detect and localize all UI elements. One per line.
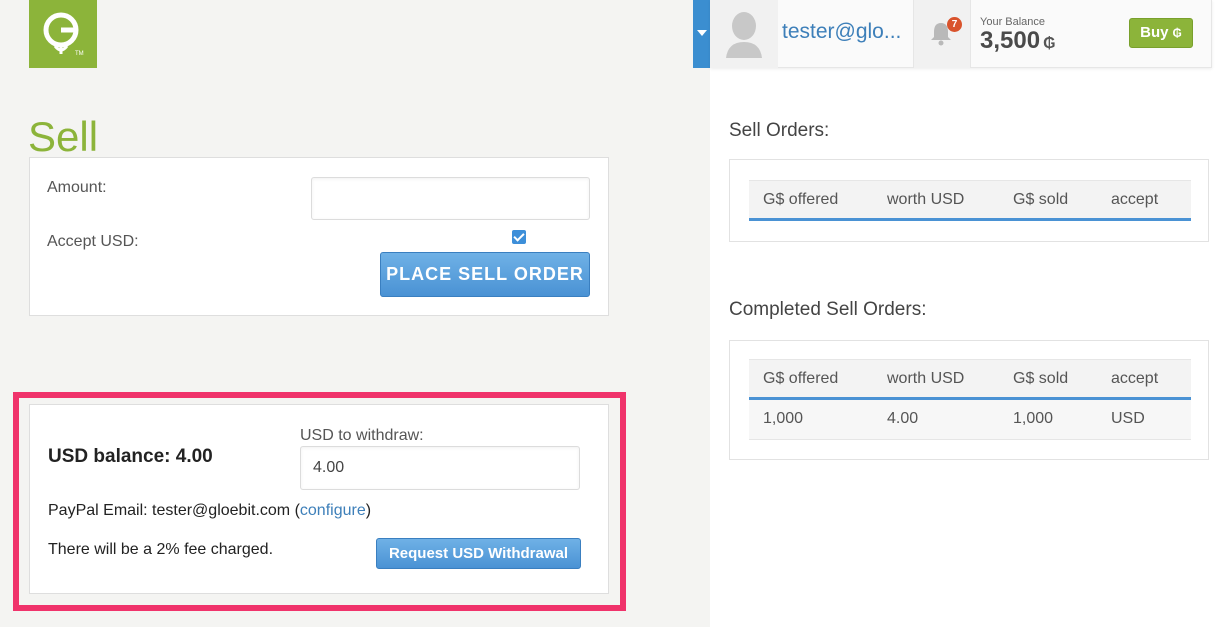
table-cell: 1,000 — [1013, 410, 1054, 427]
column-header[interactable]: worth USD — [887, 191, 964, 209]
column-header[interactable]: accept — [1111, 370, 1158, 388]
caret-down-icon — [697, 30, 707, 36]
usd-balance: USD balance: 4.00 — [48, 446, 213, 467]
user-name[interactable]: tester@glo... — [782, 20, 901, 44]
notification-badge: 7 — [947, 17, 962, 32]
logo-icon: TM — [43, 12, 84, 57]
gloebit-logo[interactable]: TM — [29, 0, 97, 68]
column-header[interactable]: G$ sold — [1013, 191, 1068, 209]
column-header[interactable]: G$ offered — [763, 370, 838, 388]
gloebit-currency-icon: ₲ — [1172, 26, 1182, 40]
table-cell: USD — [1111, 410, 1145, 427]
sell-orders-title: Sell Orders: — [729, 120, 830, 141]
paypal-email-label: PayPal Email: tester@gloebit.com ( — [48, 502, 300, 519]
withdraw-panel: USD balance: 4.00 USD to withdraw: PayPa… — [29, 404, 609, 594]
completed-orders-title: Completed Sell Orders: — [729, 299, 927, 320]
column-header[interactable]: G$ sold — [1013, 370, 1068, 388]
paypal-email-suffix: ) — [365, 502, 372, 519]
amount-label: Amount: — [47, 179, 107, 196]
amount-input[interactable] — [311, 177, 590, 220]
fee-notice: There will be a 2% fee charged. — [48, 541, 274, 558]
paypal-email-text: PayPal Email: tester@gloebit.com (config… — [48, 502, 371, 520]
accept-usd-label: Accept USD: — [47, 233, 139, 250]
notifications-button[interactable]: 7 — [914, 0, 970, 68]
user-silhouette-icon — [726, 12, 762, 58]
table-cell: 1,000 — [763, 410, 804, 427]
request-usd-withdrawal-button[interactable]: Request USD Withdrawal — [376, 538, 581, 569]
completed-orders-table: G$ offered worth USD G$ sold accept 1,00… — [749, 359, 1191, 440]
buy-label: Buy — [1140, 24, 1169, 41]
balance-amount: 3,500 — [980, 27, 1041, 54]
completed-orders-panel: G$ offered worth USD G$ sold accept 1,00… — [729, 340, 1209, 460]
menu-dropdown-toggle[interactable] — [693, 0, 710, 68]
top-bar: tester@glo... 7 Your Balance 3,500 ₲ Buy ₲ — [710, 0, 1212, 68]
withdraw-amount-label: USD to withdraw: — [300, 427, 424, 444]
page-title: Sell — [28, 113, 99, 160]
accept-usd-checkbox[interactable] — [512, 230, 526, 244]
column-header[interactable]: accept — [1111, 191, 1158, 209]
svg-text:TM: TM — [75, 51, 84, 57]
column-header[interactable]: worth USD — [887, 370, 964, 388]
avatar[interactable] — [710, 0, 778, 68]
table-row: 1,000 4.00 1,000 USD — [749, 400, 1191, 440]
divider — [970, 0, 971, 68]
sell-form-panel: Amount: Accept USD: PLACE SELL ORDER — [29, 157, 609, 316]
sell-orders-table: G$ offered worth USD G$ sold accept — [749, 180, 1191, 221]
place-sell-order-button[interactable]: PLACE SELL ORDER — [380, 252, 590, 297]
buy-button[interactable]: Buy ₲ — [1129, 18, 1193, 48]
balance-value: 3,500 ₲ — [980, 27, 1056, 55]
configure-link[interactable]: configure — [300, 502, 366, 519]
gloebit-currency-icon: ₲ — [1043, 35, 1056, 52]
withdraw-amount-input[interactable] — [300, 446, 580, 490]
table-header: G$ offered worth USD G$ sold accept — [749, 180, 1191, 221]
column-header[interactable]: G$ offered — [763, 191, 838, 209]
sell-orders-panel: G$ offered worth USD G$ sold accept — [729, 159, 1209, 242]
table-cell: 4.00 — [887, 410, 919, 427]
table-header: G$ offered worth USD G$ sold accept — [749, 359, 1191, 400]
